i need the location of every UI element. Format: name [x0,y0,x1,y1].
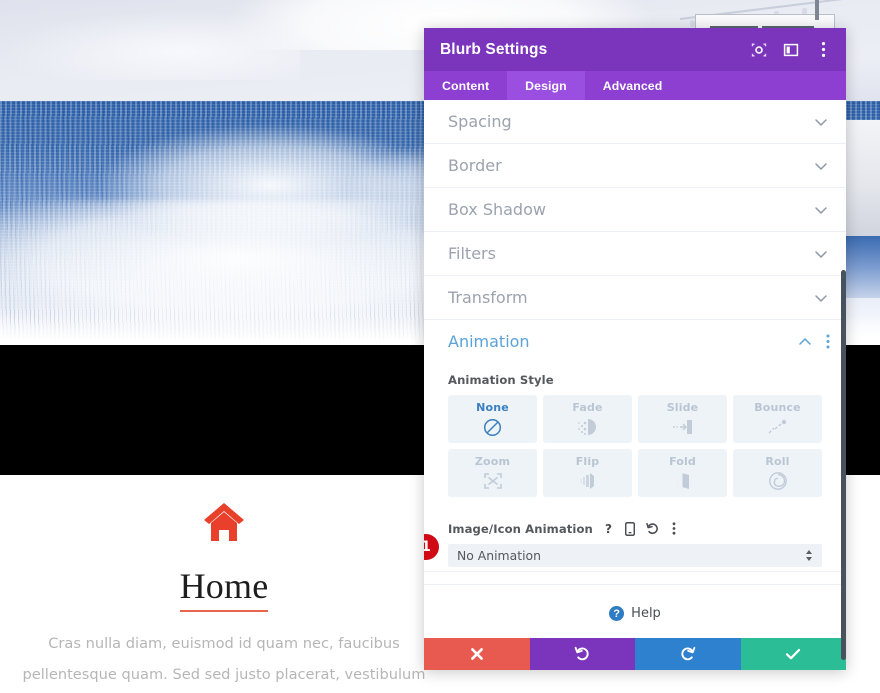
target-expand-icon[interactable] [750,41,768,59]
help-question-icon[interactable]: ? [602,521,615,536]
option-label: Flip [575,454,600,468]
chevron-down-icon [815,294,827,302]
option-label: Fade [572,400,603,414]
cloud-secondary [0,10,300,80]
layout-columns-icon[interactable] [782,41,800,59]
no-entry-icon [483,417,502,438]
modal-footer [424,638,846,670]
animation-style-none[interactable]: None [448,395,537,443]
animation-style-flip[interactable]: Flip [543,449,632,497]
modal-tabs: Content Design Advanced [424,71,846,100]
animation-style-roll[interactable]: Roll [733,449,822,497]
select-value: No Animation [457,548,541,563]
chevron-down-icon [815,162,827,170]
fold-icon [673,471,693,492]
option-label: Slide [666,400,699,414]
redo-button[interactable] [635,638,741,670]
section-border[interactable]: Border [424,144,846,188]
kebab-menu-icon[interactable] [668,521,681,536]
section-spacing[interactable]: Spacing [424,100,846,144]
chevron-down-icon [815,118,827,126]
animation-style-zoom[interactable]: Zoom [448,449,537,497]
slide-icon [672,417,694,438]
save-button[interactable] [740,638,846,670]
tab-advanced[interactable]: Advanced [585,71,681,100]
image-icon-animation-field: 1 No Animation [424,534,846,571]
blurb-title: Home [179,565,269,612]
kebab-menu-icon[interactable] [814,41,832,59]
tab-content[interactable]: Content [424,71,507,100]
section-label: Border [448,156,502,175]
section-animation: Animation Animation Style None Fade Slid… [424,320,846,572]
section-box-shadow[interactable]: Box Shadow [424,188,846,232]
section-label: Box Shadow [448,200,546,219]
animation-style-fade[interactable]: Fade [543,395,632,443]
section-label: Transform [448,288,528,307]
cancel-button[interactable] [424,638,530,670]
option-label: None [476,400,509,414]
help-row[interactable]: ? Help [424,584,846,638]
option-label: Roll [765,454,790,468]
image-icon-animation-label: Image/Icon Animation ? [424,511,846,544]
modal-scrollbar-thumb[interactable] [841,270,846,660]
reset-undo-icon[interactable] [646,521,659,536]
animation-style-grid: None Fade Slide Bounce Zoom Flip Fold Ro… [424,395,846,511]
chevron-down-icon [815,250,827,258]
animation-style-fold[interactable]: Fold [638,449,727,497]
section-label: Spacing [448,112,512,131]
image-icon-animation-select[interactable]: No Animation [448,544,822,567]
select-stepper-icon [804,549,813,563]
option-label: Zoom [474,454,511,468]
chevron-down-icon [815,206,827,214]
blurb-module: Home Cras nulla diam, euismod id quam ne… [0,475,448,693]
fade-icon [577,417,598,438]
section-animation-header[interactable]: Animation [424,320,846,363]
screen: Home Cras nulla diam, euismod id quam ne… [0,0,880,693]
option-label: Fold [669,454,696,468]
blurb-body-text: Cras nulla diam, euismod id quam nec, fa… [22,635,426,683]
flip-icon [578,471,598,492]
page-title: Blurb Settings [440,40,548,58]
mobile-device-icon[interactable] [624,521,637,536]
section-label: Animation [448,332,530,351]
undo-button[interactable] [529,638,635,670]
modal-header-actions [750,41,832,59]
animation-style-label: Animation Style [448,373,554,387]
home-icon [204,503,244,541]
modal-header: Blurb Settings [424,28,846,71]
chevron-up-icon[interactable] [798,335,812,349]
bounce-icon [767,417,789,438]
section-transform[interactable]: Transform [424,276,846,320]
roll-spiral-icon [768,471,788,492]
blurb-settings-modal: Blurb Settings Content Design Advanced S… [424,28,846,670]
section-options-kebab-icon[interactable] [820,333,836,351]
tab-design[interactable]: Design [507,71,585,100]
help-label: Help [631,606,661,621]
animation-style-slide[interactable]: Slide [638,395,727,443]
modal-body: Spacing Border Box Shadow Filters Transf… [424,100,846,638]
option-label: Bounce [754,400,801,414]
section-filters[interactable]: Filters [424,232,846,276]
svg-text:?: ? [605,522,612,535]
section-label: Filters [448,244,496,263]
question-circle-icon: ? [609,606,625,621]
animation-style-bounce[interactable]: Bounce [733,395,822,443]
ship-mast [815,0,819,20]
zoom-expand-icon [483,471,503,492]
